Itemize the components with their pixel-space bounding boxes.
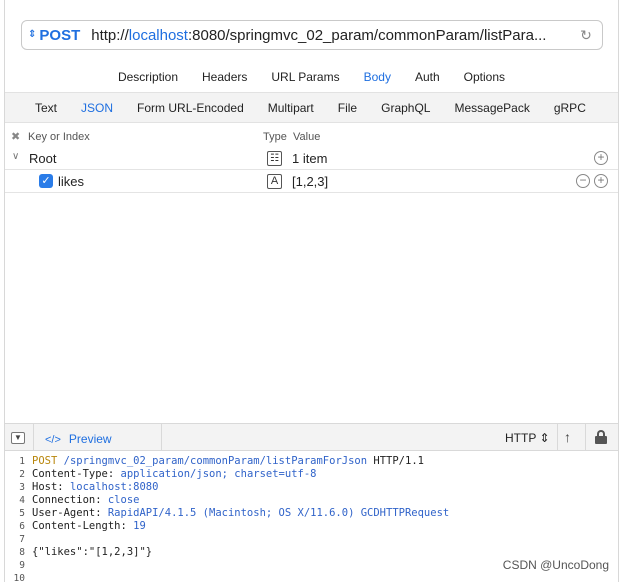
url-input[interactable]: http://localhost:8080/springmvc_02_param… — [91, 27, 571, 44]
likes-enabled-checkbox[interactable]: ✓ — [39, 174, 53, 188]
preview-tab[interactable]: </> Preview — [45, 432, 112, 446]
body-type-tab-bar: Text JSON Form URL-Encoded Multipart File Gra… — [5, 92, 618, 123]
code-text: Connection: close — [32, 494, 139, 507]
body-tab-json[interactable]: JSON — [81, 101, 113, 115]
body-tab-multipart[interactable]: Multipart — [268, 101, 314, 115]
line-number: 10 — [13, 573, 25, 584]
code-line: 1 POST /springmvc_02_param/commonParam/li… — [5, 455, 618, 468]
code-token: /springmvc_02_param/commonParam/listPara… — [57, 455, 368, 467]
code-line: 4 Connection: close — [5, 494, 618, 507]
divider — [33, 424, 34, 451]
tab-headers[interactable]: Headers — [190, 70, 259, 84]
root-label: Root — [29, 151, 57, 166]
tab-url-params[interactable]: URL Params — [259, 70, 351, 84]
code-token: {"likes":"[1,2,3]"} — [32, 546, 153, 558]
app-window: ⇕ POST http://localhost:8080/springmvc_0… — [4, 0, 619, 585]
preview-label: Preview — [68, 432, 112, 446]
code-line: 6 Content-Length: 19 — [5, 520, 618, 533]
code-line: 10 — [5, 572, 618, 585]
divider — [161, 424, 162, 451]
code-text: {"likes":"[1,2,3]"} — [32, 546, 152, 559]
code-text: Content-Length: 19 — [32, 520, 146, 533]
share-icon[interactable]: ↑︎ — [564, 429, 571, 445]
code-token: RapidAPI/4.1.5 (Macintosh; OS X/11.6.0) … — [107, 507, 450, 519]
lock-icon[interactable] — [595, 430, 607, 444]
header-key: Key or Index — [28, 131, 90, 143]
tab-description[interactable]: Description — [106, 70, 190, 84]
tree-header: ✖ Key or Index Type Value — [5, 127, 618, 147]
tab-options[interactable]: Options — [452, 70, 517, 84]
method-label: POST — [39, 26, 81, 44]
url-toolbar: ⇕ POST http://localhost:8080/springmvc_0… — [5, 0, 618, 62]
method-selector[interactable]: ⇕ POST — [28, 27, 80, 44]
main-tab-bar: Description Headers URL Params Body Auth Opti… — [5, 62, 618, 92]
refresh-icon[interactable]: ↻ — [578, 27, 594, 43]
body-tab-text[interactable]: Text — [35, 101, 57, 115]
list-icon[interactable]: ☷ — [267, 151, 282, 166]
tab-body[interactable]: Body — [352, 70, 403, 84]
header-value: Value — [293, 131, 321, 143]
add-item-icon[interactable]: + — [594, 151, 608, 165]
code-token: application/json; charset=utf-8 — [120, 468, 317, 480]
line-number: 1 — [19, 456, 25, 467]
code-token: 19 — [133, 520, 146, 532]
code-line: 3 Host: localhost:8080 — [5, 481, 618, 494]
line-number: 7 — [19, 534, 25, 545]
code-token: Connection: — [32, 494, 108, 506]
code-token: close — [107, 494, 140, 506]
tab-auth[interactable]: Auth — [403, 70, 452, 84]
line-number: 8 — [19, 547, 25, 558]
format-selector[interactable]: HTTP ⇕ — [505, 431, 550, 445]
watermark: CSDN @UncoDong — [502, 558, 609, 572]
line-number: 2 — [19, 469, 25, 480]
code-text: POST /springmvc_02_param/commonParam/lis… — [32, 455, 424, 468]
code-token: User-Agent: — [32, 507, 108, 519]
code-token: localhost:8080 — [69, 481, 159, 493]
body-tab-graphql[interactable]: GraphQL — [381, 101, 430, 115]
value-field-likes[interactable]: [1,2,3] — [292, 174, 328, 189]
tree-row-likes[interactable]: ✓ likes A [1,2,3] − + — [5, 170, 618, 193]
code-line: 2 Content-Type: application/json; charset… — [5, 468, 618, 481]
body-tab-messagepack[interactable]: MessagePack — [454, 101, 529, 115]
code-line: 7 — [5, 533, 618, 546]
line-number: 5 — [19, 508, 25, 519]
remove-item-icon[interactable]: − — [576, 174, 590, 188]
collapse-all-icon[interactable]: ✖ — [11, 130, 20, 143]
tree-row-root[interactable]: ∨ Root ☷ 1 item + — [5, 147, 618, 170]
line-number: 6 — [19, 521, 25, 532]
url-host: localhost — [128, 26, 188, 44]
code-token: Content-Type: — [32, 468, 121, 480]
divider — [585, 424, 586, 451]
url-bar[interactable]: ⇕ POST http://localhost:8080/springmvc_0… — [21, 20, 603, 50]
body-tab-file[interactable]: File — [338, 101, 357, 115]
header-type: Type — [263, 131, 287, 143]
code-line: 5 User-Agent: RapidAPI/4.1.5 (Macintosh; … — [5, 507, 618, 520]
body-tab-grpc[interactable]: gRPC — [554, 101, 586, 115]
code-icon: </> — [45, 434, 61, 446]
body-tab-form-url-encoded[interactable]: Form URL-Encoded — [137, 101, 244, 115]
chevron-down-icon[interactable]: ∨ — [12, 151, 19, 162]
code-token: Host: — [32, 481, 70, 493]
key-field-likes[interactable]: likes — [58, 174, 84, 189]
collapse-panel-icon[interactable]: ▼ — [11, 432, 25, 444]
code-token: HTTP/1.1 — [367, 455, 424, 467]
line-number: 4 — [19, 495, 25, 506]
code-token: Content-Length: — [32, 520, 134, 532]
line-number: 3 — [19, 482, 25, 493]
preview-bar: ▼ </> Preview HTTP ⇕ ↑︎ — [5, 423, 618, 451]
code-text: Host: localhost:8080 — [32, 481, 158, 494]
url-prefix: http:// — [91, 26, 129, 44]
code-text: User-Agent: RapidAPI/4.1.5 (Macintosh; O… — [32, 507, 449, 520]
add-item-icon[interactable]: + — [594, 174, 608, 188]
updown-arrows-icon: ⇕ — [28, 29, 37, 40]
code-text: Content-Type: application/json; charset=… — [32, 468, 316, 481]
root-value: 1 item — [292, 151, 328, 166]
divider — [557, 424, 558, 451]
url-path: :8080/springmvc_02_param/commonParam/lis… — [187, 26, 547, 44]
line-number: 9 — [19, 560, 25, 571]
code-token: POST — [32, 455, 58, 467]
string-type-icon[interactable]: A — [267, 174, 282, 189]
